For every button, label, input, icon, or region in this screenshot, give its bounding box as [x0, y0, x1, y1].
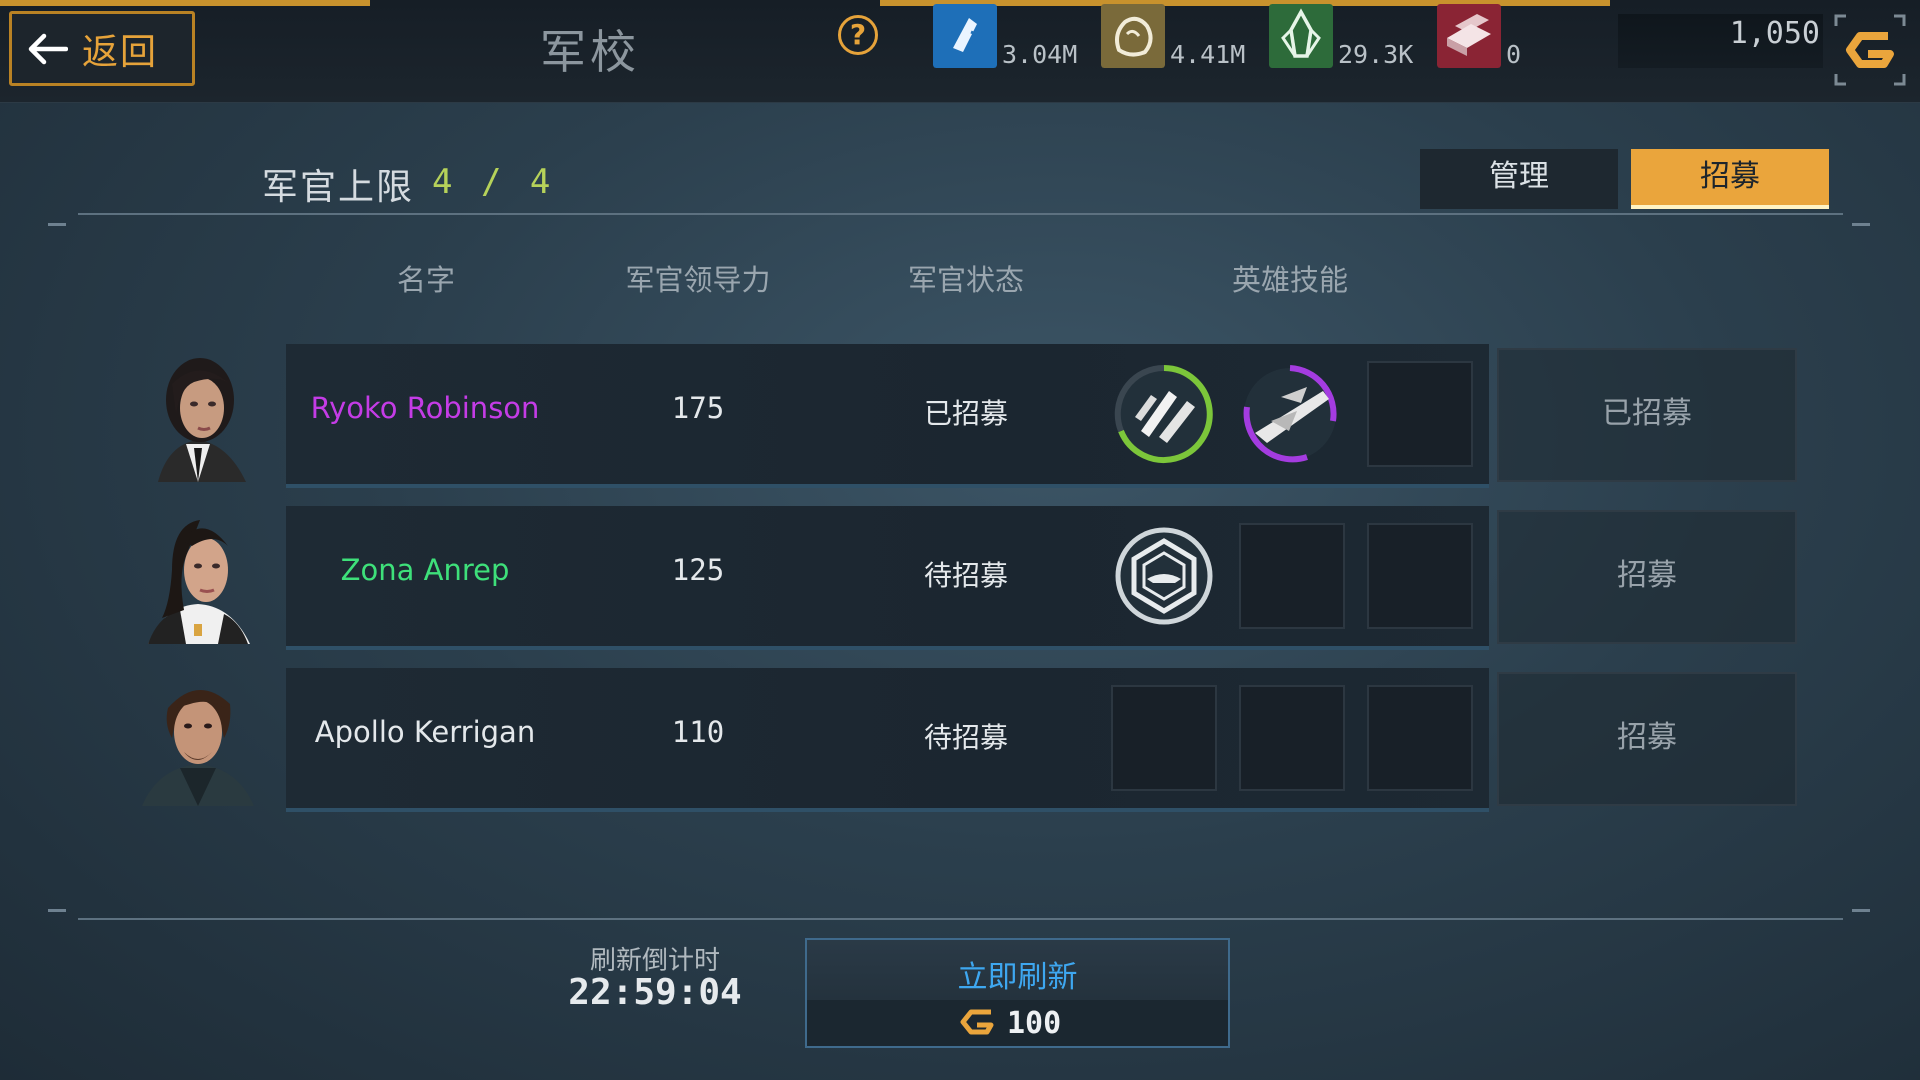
- tab-recruit[interactable]: 招募: [1631, 149, 1829, 209]
- officer-limit-label: 军官上限: [262, 167, 415, 208]
- help-icon[interactable]: ?: [838, 15, 878, 55]
- resource-alloy[interactable]: [1437, 4, 1501, 72]
- recruit-button[interactable]: 招募: [1497, 510, 1797, 644]
- divider: [78, 213, 1843, 215]
- empty-skill-slot[interactable]: [1367, 523, 1473, 629]
- gold-currency-icon[interactable]: [1832, 12, 1908, 88]
- top-accent-line: [0, 0, 370, 6]
- resource-energy-value: 3.04M: [1002, 40, 1078, 69]
- resource-alloy-value: 0: [1506, 40, 1522, 69]
- refresh-cost-value: 100: [1007, 1006, 1062, 1041]
- resource-crystal[interactable]: [1269, 4, 1333, 72]
- page-title: 军校: [540, 25, 640, 79]
- column-header-name: 名字: [396, 263, 455, 297]
- resource-ore-value: 4.41M: [1170, 40, 1246, 69]
- officer-status: 已招募: [923, 397, 1008, 430]
- refresh-now-button[interactable]: 立即刷新 100: [805, 938, 1230, 1048]
- resource-crystal-value: 29.3K: [1338, 40, 1414, 69]
- alloy-bars-icon: [1437, 4, 1501, 68]
- corner-tick: [1852, 223, 1870, 226]
- recruit-button[interactable]: 招募: [1497, 672, 1797, 806]
- gold-currency-icon: [960, 1009, 994, 1035]
- fighter-squadron-skill-icon[interactable]: [1237, 361, 1343, 467]
- corner-tick: [48, 909, 66, 912]
- officer-name: Ryoko Robinson: [310, 391, 540, 425]
- gold-balance-value: 1,050: [1729, 16, 1820, 51]
- officer-portrait-ryoko: [158, 358, 246, 482]
- corner-tick: [48, 223, 66, 226]
- divider: [78, 918, 1843, 920]
- tab-manage[interactable]: 管理: [1420, 149, 1618, 209]
- officer-limit-value: 4 / 4: [432, 162, 555, 202]
- empty-skill-slot[interactable]: [1111, 685, 1217, 791]
- empty-skill-slot[interactable]: [1367, 685, 1473, 791]
- officer-leadership: 125: [671, 553, 725, 587]
- missile-barrage-skill-icon[interactable]: [1111, 361, 1217, 467]
- officer-leadership: 110: [671, 715, 725, 749]
- empty-skill-slot[interactable]: [1239, 685, 1345, 791]
- column-header-skills: 英雄技能: [1231, 263, 1348, 297]
- back-arrow-icon: [28, 33, 68, 64]
- row-border: [286, 646, 1489, 650]
- energy-cell-icon: [933, 4, 997, 68]
- officer-leadership: 175: [671, 391, 725, 425]
- row-border: [286, 484, 1489, 488]
- ship-shield-skill-icon[interactable]: [1111, 523, 1217, 629]
- column-header-leadership: 军官领导力: [625, 263, 771, 297]
- empty-skill-slot[interactable]: [1239, 523, 1345, 629]
- officer-name: Apollo Kerrigan: [314, 715, 536, 749]
- corner-tick: [1852, 909, 1870, 912]
- officer-portrait-apollo: [142, 689, 254, 806]
- column-header-status: 军官状态: [907, 263, 1024, 297]
- row-border: [286, 808, 1489, 812]
- ore-rock-icon: [1101, 4, 1165, 68]
- resource-ore[interactable]: [1101, 4, 1165, 72]
- recruited-button[interactable]: 已招募: [1497, 348, 1797, 482]
- back-label: 返回: [82, 31, 159, 73]
- officer-name: Zona Anrep: [340, 553, 510, 587]
- crystal-icon: [1269, 4, 1333, 68]
- refresh-now-label: 立即刷新: [957, 960, 1078, 995]
- back-button[interactable]: 返回: [9, 11, 195, 86]
- refresh-timer-value: 22:59:04: [568, 972, 742, 1013]
- officer-status: 待招募: [923, 559, 1008, 592]
- empty-skill-slot[interactable]: [1367, 361, 1473, 467]
- officer-portrait-zona: [148, 520, 250, 644]
- resource-energy[interactable]: [933, 4, 997, 72]
- officer-status: 待招募: [923, 721, 1008, 754]
